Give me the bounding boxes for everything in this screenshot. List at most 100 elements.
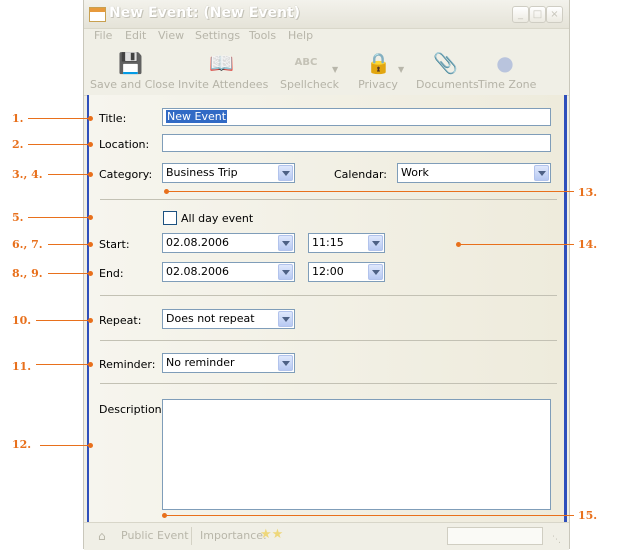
end-label: End:	[99, 267, 124, 280]
location-label: Location:	[99, 138, 150, 151]
annotation-13-line	[166, 191, 574, 192]
lock-icon: 🔒	[366, 51, 391, 75]
annotation-1-line	[28, 118, 90, 119]
annotation-11: 11.	[12, 360, 32, 373]
public-event-toggle[interactable]: Public Event	[121, 529, 189, 542]
spellcheck-dropdown-icon[interactable]: ▼	[332, 65, 338, 74]
end-time-value: 12:00	[312, 265, 344, 278]
invite-attendees-label: Invite Attendees	[178, 78, 269, 91]
time-zone-label: Time Zone	[478, 78, 537, 91]
annotation-5-line	[28, 217, 90, 218]
annotation-10-line	[36, 320, 90, 321]
save-close-icon: 💾	[118, 51, 143, 75]
save-close-button[interactable]: 💾 Save and Close	[90, 45, 175, 95]
title-bar[interactable]: New Event: (New Event) _ □ ×	[84, 0, 569, 29]
minimize-button[interactable]: _	[512, 6, 529, 23]
invite-icon: 📖	[209, 51, 234, 75]
chevron-down-icon[interactable]	[278, 355, 293, 371]
description-textarea[interactable]	[162, 399, 551, 510]
annotation-3-4-dot	[88, 172, 93, 177]
save-close-label: Save and Close	[90, 78, 175, 91]
chevron-down-icon[interactable]	[278, 165, 293, 181]
maximize-button[interactable]: □	[529, 6, 546, 23]
all-day-label: All day event	[181, 212, 254, 225]
end-time-select[interactable]: 12:00	[308, 262, 385, 282]
title-input[interactable]: New Event	[162, 108, 551, 126]
repeat-select[interactable]: Does not repeat	[162, 309, 295, 329]
importance-label: Importance:	[200, 529, 267, 542]
annotation-12-dot	[88, 443, 93, 448]
annotation-2-line	[28, 144, 90, 145]
divider	[100, 295, 557, 296]
window-title: New Event: (New Event)	[109, 5, 300, 21]
divider	[100, 340, 557, 341]
annotation-1: 1.	[12, 112, 24, 125]
annotation-12: 12.	[12, 438, 32, 451]
globe-icon: ●	[496, 51, 514, 75]
calendar-value: Work	[401, 166, 429, 179]
chevron-down-icon[interactable]	[368, 264, 383, 280]
start-date-select[interactable]: 02.08.2006	[162, 233, 295, 253]
annotation-6-7-dot	[88, 242, 93, 247]
menu-edit[interactable]: Edit	[125, 29, 146, 42]
annotation-5-dot	[88, 215, 93, 220]
invite-attendees-button[interactable]: 📖 Invite Attendees	[178, 45, 269, 95]
title-value: New Event	[166, 110, 228, 123]
menu-tools[interactable]: Tools	[249, 29, 276, 42]
annotation-8-9: 8., 9.	[12, 267, 43, 280]
chevron-down-icon[interactable]	[278, 235, 293, 251]
start-time-select[interactable]: 11:15	[308, 233, 385, 253]
divider	[100, 383, 557, 384]
annotation-6-7: 6., 7.	[12, 238, 43, 251]
menu-file[interactable]: File	[94, 29, 112, 42]
privacy-dropdown-icon[interactable]: ▼	[398, 65, 404, 74]
annotation-3-4: 3., 4.	[12, 168, 43, 181]
menu-settings[interactable]: Settings	[195, 29, 240, 42]
calendar-select[interactable]: Work	[397, 163, 551, 183]
documents-button[interactable]: 📎 Documents	[416, 45, 479, 95]
status-divider	[191, 527, 192, 545]
time-zone-button[interactable]: ● Time Zone	[478, 45, 537, 95]
spellcheck-label: Spellcheck	[280, 78, 340, 91]
menu-view[interactable]: View	[158, 29, 184, 42]
event-window: New Event: (New Event) _ □ × File Edit V…	[83, 0, 570, 550]
annotation-10: 10.	[12, 314, 32, 327]
category-select[interactable]: Business Trip	[162, 163, 295, 183]
annotation-8-9-line	[48, 273, 90, 274]
description-label: Description:	[99, 403, 166, 416]
reminder-select[interactable]: No reminder	[162, 353, 295, 373]
annotation-2-dot	[88, 142, 93, 147]
reminder-value: No reminder	[166, 356, 235, 369]
chevron-down-icon[interactable]	[278, 264, 293, 280]
spellcheck-button[interactable]: ABC Spellcheck ▼	[280, 45, 340, 95]
importance-stars[interactable]: ★★	[260, 527, 283, 542]
repeat-label: Repeat:	[99, 314, 142, 327]
annotation-15: 15.	[578, 509, 598, 522]
reminder-label: Reminder:	[99, 358, 156, 371]
menu-help[interactable]: Help	[288, 29, 313, 42]
chevron-down-icon[interactable]	[278, 311, 293, 327]
repeat-value: Does not repeat	[166, 312, 255, 325]
annotation-3-4-line	[48, 174, 90, 175]
annotation-14: 14.	[578, 238, 598, 251]
documents-label: Documents	[416, 78, 479, 91]
chevron-down-icon[interactable]	[368, 235, 383, 251]
close-button[interactable]: ×	[546, 6, 563, 23]
resize-grip-icon[interactable]: ⋱	[552, 535, 561, 545]
all-day-checkbox[interactable]	[163, 211, 177, 225]
end-date-select[interactable]: 02.08.2006	[162, 262, 295, 282]
annotation-15-line	[164, 515, 574, 516]
end-date-value: 02.08.2006	[166, 265, 229, 278]
title-label: Title:	[99, 112, 127, 125]
status-field	[447, 527, 543, 545]
annotation-14-line	[458, 244, 574, 245]
calendar-app-icon	[89, 7, 106, 22]
annotation-1-dot	[88, 116, 93, 121]
annotation-12-line	[40, 445, 90, 446]
start-label: Start:	[99, 238, 130, 251]
location-input[interactable]	[162, 134, 551, 152]
chevron-down-icon[interactable]	[534, 165, 549, 181]
menu-bar: File Edit View Settings Tools Help	[84, 28, 569, 45]
annotation-10-dot	[88, 318, 93, 323]
privacy-button[interactable]: 🔒 Privacy ▼	[358, 45, 404, 95]
